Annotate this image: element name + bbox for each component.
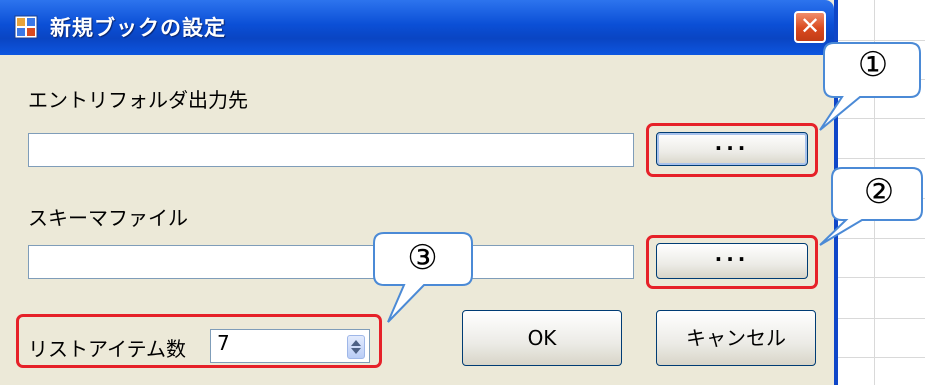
highlight-schema-browse (646, 235, 818, 289)
close-icon: ✕ (799, 12, 821, 40)
entry-folder-label: エントリフォルダ出力先 (28, 88, 248, 112)
dialog-title: 新規ブックの設定 (50, 16, 226, 40)
entry-folder-input[interactable] (28, 133, 634, 167)
close-button[interactable]: ✕ (794, 11, 826, 43)
schema-file-label: スキーマファイル (28, 206, 188, 230)
callout-1: ① (857, 45, 889, 85)
highlight-entry-browse (646, 123, 818, 177)
ok-button[interactable]: OK (462, 310, 622, 366)
callout-3: ③ (407, 238, 438, 278)
schema-file-input[interactable] (28, 245, 634, 279)
highlight-list-items (16, 314, 382, 368)
cancel-button[interactable]: キャンセル (656, 310, 816, 366)
title-bar[interactable]: 新規ブックの設定 ✕ (0, 0, 834, 55)
callout-2: ② (863, 172, 895, 212)
window-app-icon (14, 15, 38, 39)
